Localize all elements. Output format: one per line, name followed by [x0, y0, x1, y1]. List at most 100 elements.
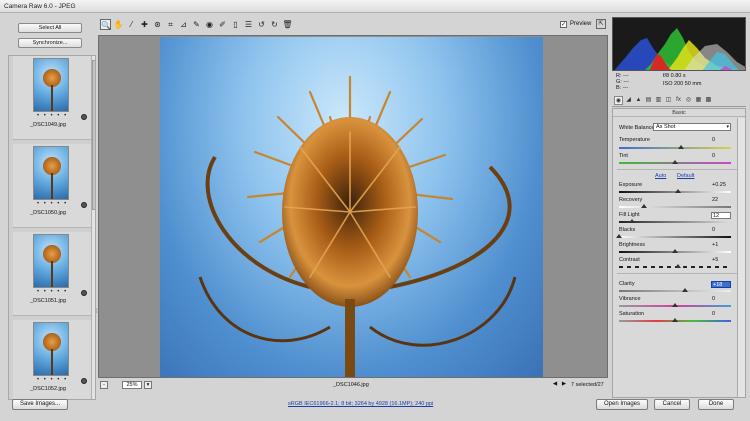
- basic-tab-icon[interactable]: ◉: [614, 96, 623, 105]
- toolbar: 🔍 ✋ ⁄ ✚ ⊛ ⌗ ⊿ ✎ ◉ ✐ ▯ ☰ ↺ ↻ 🗑 ✓ Preview …: [98, 19, 608, 34]
- contrast-label: Contrast: [619, 257, 640, 263]
- chevron-down-icon: ▾: [726, 124, 729, 130]
- hand-tool-icon[interactable]: ✋: [113, 19, 124, 30]
- red-eye-tool-icon[interactable]: ◉: [204, 19, 215, 30]
- adjustment-brush-icon[interactable]: ✐: [217, 19, 228, 30]
- next-image-button[interactable]: ▶: [560, 381, 568, 389]
- edited-badge-icon: [81, 378, 87, 384]
- detail-tab-icon[interactable]: ▲: [634, 96, 643, 105]
- panel-tabs: ◉ ◢ ▲ ▤ ▥ ◫ fx ◎ ▦ ▩: [612, 95, 746, 107]
- tint-slider-thumb[interactable]: [672, 160, 678, 164]
- open-images-button[interactable]: Open Images: [596, 399, 648, 410]
- fullscreen-icon[interactable]: ⇱: [596, 19, 606, 29]
- star-rating[interactable]: • • • • •: [37, 201, 68, 207]
- straighten-tool-icon[interactable]: ⊿: [178, 19, 189, 30]
- histogram-graph: [614, 28, 745, 70]
- save-images-button[interactable]: Save Images...: [12, 399, 68, 410]
- zoom-menu-button[interactable]: ▾: [144, 381, 152, 389]
- current-filename: _DSC1046.jpg: [333, 382, 369, 388]
- star-rating[interactable]: • • • • •: [37, 113, 68, 119]
- blacks-label: Blacks: [619, 227, 636, 233]
- blacks-value[interactable]: 0: [711, 227, 731, 234]
- exposure-value[interactable]: +0.25: [711, 182, 731, 189]
- brightness-value[interactable]: +1: [711, 242, 731, 249]
- zoom-level-field[interactable]: 25%: [122, 381, 142, 389]
- vibrance-slider-thumb[interactable]: [672, 303, 678, 307]
- filmstrip-list[interactable]: • • • • • _DSC1049.jpg • • • • • _DSC105…: [8, 55, 96, 400]
- filmstrip-item[interactable]: • • • • • _DSC1051.jpg: [13, 232, 91, 316]
- fill-light-slider[interactable]: [619, 221, 731, 223]
- spot-removal-tool-icon[interactable]: ✎: [191, 19, 202, 30]
- cancel-button[interactable]: Cancel: [654, 399, 690, 410]
- divider: [617, 273, 741, 274]
- blacks-slider-thumb[interactable]: [616, 234, 622, 238]
- filmstrip-item[interactable]: • • • • • _DSC1050.jpg: [13, 144, 91, 228]
- temperature-slider[interactable]: [619, 147, 731, 149]
- color-sampler-tool-icon[interactable]: ✚: [139, 19, 150, 30]
- select-all-button[interactable]: Select All: [18, 23, 82, 33]
- rotate-left-icon[interactable]: ↺: [256, 19, 267, 30]
- auto-link[interactable]: Auto: [655, 173, 666, 179]
- split-toning-tab-icon[interactable]: ▥: [654, 96, 663, 105]
- recovery-value[interactable]: 22: [711, 197, 731, 204]
- fill-light-slider-thumb[interactable]: [629, 219, 636, 223]
- iso-focal-info: ISO 200 50 mm: [663, 81, 702, 87]
- rotate-right-icon[interactable]: ↻: [269, 19, 280, 30]
- scrollbar-thumb[interactable]: [92, 60, 95, 210]
- title-bar: Camera Raw 6.0 - JPEG: [0, 0, 750, 13]
- preview-checkbox[interactable]: ✓: [560, 21, 567, 28]
- done-button[interactable]: Done: [698, 399, 734, 410]
- lens-corrections-tab-icon[interactable]: ◫: [664, 96, 673, 105]
- tint-value[interactable]: 0: [711, 153, 731, 160]
- saturation-slider-thumb[interactable]: [672, 318, 678, 322]
- workflow-options-link[interactable]: sRGB IEC61966-2.1; 8 bit; 3264 by 4928 (…: [288, 401, 433, 407]
- trash-icon[interactable]: 🗑: [282, 19, 293, 30]
- clarity-value[interactable]: +18: [711, 281, 731, 288]
- fill-light-value[interactable]: 12: [711, 212, 731, 219]
- tone-curve-tab-icon[interactable]: ◢: [624, 96, 633, 105]
- white-balance-select[interactable]: As Shot ▾: [653, 123, 731, 131]
- clarity-slider[interactable]: [619, 290, 731, 292]
- contrast-value[interactable]: +5: [711, 257, 731, 264]
- panel-scrollbar[interactable]: [737, 118, 745, 397]
- white-balance-label: White Balance:: [619, 125, 656, 131]
- filmstrip-scrollbar[interactable]: [91, 56, 95, 399]
- saturation-value[interactable]: 0: [711, 311, 731, 318]
- previous-image-button[interactable]: ◀: [551, 381, 559, 389]
- camera-calibration-tab-icon[interactable]: ◎: [684, 96, 693, 105]
- star-rating[interactable]: • • • • •: [37, 377, 68, 383]
- default-link[interactable]: Default: [677, 173, 694, 179]
- snapshots-tab-icon[interactable]: ▩: [704, 96, 713, 105]
- contrast-slider-thumb[interactable]: [675, 264, 682, 268]
- preview-canvas[interactable]: [98, 35, 608, 378]
- clarity-slider-thumb[interactable]: [682, 288, 689, 292]
- vibrance-label: Vibrance: [619, 296, 641, 302]
- effects-tab-icon[interactable]: fx: [674, 96, 683, 105]
- presets-tab-icon[interactable]: ▦: [694, 96, 703, 105]
- temperature-value[interactable]: 0: [711, 137, 731, 144]
- brightness-slider-thumb[interactable]: [672, 249, 678, 253]
- filmstrip-item[interactable]: • • • • • _DSC1052.jpg: [13, 320, 91, 399]
- star-rating[interactable]: • • • • •: [37, 289, 68, 295]
- filmstrip-filename: _DSC1049.jpg: [30, 122, 66, 128]
- preferences-icon[interactable]: ☰: [243, 19, 254, 30]
- graduated-filter-icon[interactable]: ▯: [230, 19, 241, 30]
- exposure-slider-thumb[interactable]: [675, 189, 682, 193]
- temperature-slider-thumb[interactable]: [677, 145, 684, 149]
- zoom-tool-icon[interactable]: 🔍: [100, 19, 111, 30]
- filmstrip-item[interactable]: • • • • • _DSC1049.jpg: [13, 56, 91, 140]
- blacks-slider[interactable]: [619, 236, 731, 238]
- hsl-tab-icon[interactable]: ▤: [644, 96, 653, 105]
- recovery-slider-thumb[interactable]: [640, 204, 647, 208]
- vibrance-value[interactable]: 0: [711, 296, 731, 303]
- zoom-out-button[interactable]: -: [100, 381, 108, 389]
- edited-badge-icon: [81, 202, 87, 208]
- crop-tool-icon[interactable]: ⌗: [165, 19, 176, 30]
- recovery-slider[interactable]: [619, 206, 731, 208]
- synchronize-button[interactable]: Synchronize...: [18, 38, 82, 48]
- divider: [617, 169, 741, 170]
- filmstrip-filename: _DSC1050.jpg: [30, 210, 66, 216]
- edited-badge-icon: [81, 114, 87, 120]
- white-balance-tool-icon[interactable]: ⁄: [126, 19, 137, 30]
- targeted-adjustment-tool-icon[interactable]: ⊛: [152, 19, 163, 30]
